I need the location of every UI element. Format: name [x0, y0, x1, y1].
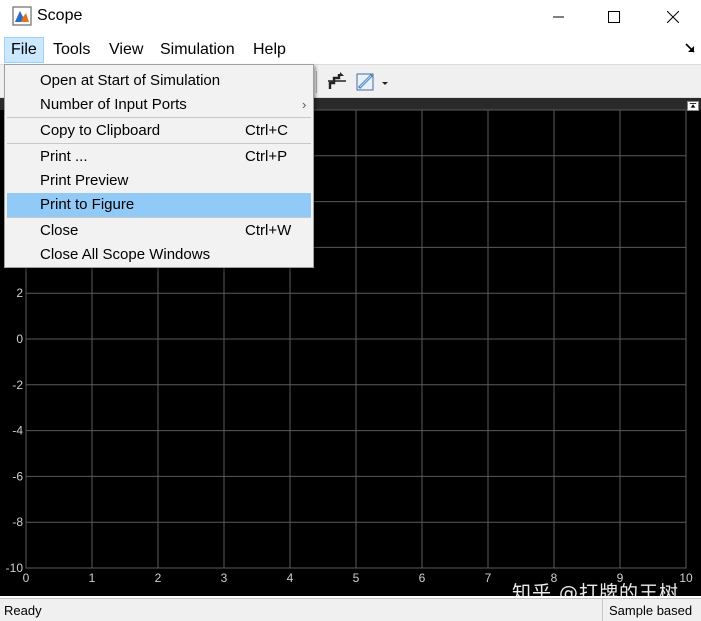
y-tick-label: -8 — [12, 515, 23, 529]
close-icon — [667, 11, 679, 23]
maximize-icon — [608, 11, 620, 23]
status-ready: Ready — [4, 603, 42, 618]
menu-item-label: Close — [40, 222, 79, 239]
menu-item-print[interactable]: Print ... Ctrl+P — [7, 145, 311, 169]
x-tick-label: 2 — [155, 571, 162, 585]
scale-axes-icon[interactable] — [326, 71, 348, 93]
title-bar: Scope — [0, 0, 701, 34]
y-tick-label: 2 — [16, 286, 23, 300]
menu-item-label: Open at Start of Simulation — [40, 72, 221, 89]
style-edit-icon[interactable] — [355, 71, 377, 93]
menu-separator — [7, 117, 311, 118]
menu-view[interactable]: View — [103, 37, 149, 63]
maximize-button[interactable] — [587, 0, 641, 34]
window-title: Scope — [37, 7, 83, 24]
submenu-arrow-icon: › — [302, 97, 307, 112]
x-tick-label: 7 — [485, 571, 492, 585]
x-tick-label: 0 — [23, 571, 30, 585]
menu-item-label: Number of Input Ports — [40, 96, 187, 113]
x-tick-label: 6 — [419, 571, 426, 585]
menu-item-label: Print to Figure — [40, 196, 135, 213]
menu-item-shortcut: Ctrl+P — [245, 148, 288, 165]
x-tick-label: 10 — [679, 571, 693, 585]
menu-item-open-at-start[interactable]: Open at Start of Simulation — [7, 69, 311, 93]
menu-item-label: Print ... — [40, 148, 88, 165]
y-tick-label: 0 — [16, 332, 23, 346]
menu-separator — [7, 217, 311, 218]
menu-file[interactable]: File — [4, 37, 44, 63]
minimize-button[interactable] — [532, 0, 586, 34]
menu-simulation[interactable]: Simulation — [154, 37, 241, 63]
minimize-icon — [553, 16, 564, 18]
menu-item-label: Copy to Clipboard — [40, 122, 161, 139]
menu-item-label: Close All Scope Windows — [40, 246, 211, 263]
undock-icon[interactable] — [684, 42, 696, 54]
menu-item-copy-to-clipboard[interactable]: Copy to Clipboard Ctrl+C — [7, 119, 311, 143]
menu-item-number-of-input-ports[interactable]: Number of Input Ports › — [7, 93, 311, 117]
y-tick-label: -6 — [12, 469, 23, 483]
menu-item-close-all-scope-windows[interactable]: Close All Scope Windows — [7, 243, 311, 267]
file-menu-dropdown: Open at Start of Simulation Number of In… — [4, 64, 314, 268]
x-tick-label: 3 — [221, 571, 228, 585]
y-tick-label: -2 — [12, 378, 23, 392]
menu-item-label: Print Preview — [40, 172, 129, 189]
menu-item-print-preview[interactable]: Print Preview — [7, 169, 311, 193]
menu-tools[interactable]: Tools — [47, 37, 96, 63]
dropdown-arrow-icon[interactable] — [380, 71, 390, 93]
x-tick-label: 5 — [353, 571, 360, 585]
menu-item-shortcut: Ctrl+C — [245, 122, 288, 139]
y-tick-label: -4 — [12, 424, 23, 438]
menu-separator — [7, 143, 311, 144]
x-tick-label: 1 — [89, 571, 96, 585]
menu-item-shortcut: Ctrl+W — [245, 222, 292, 239]
status-sample-mode: Sample based — [602, 599, 701, 621]
menu-item-print-to-figure[interactable]: Print to Figure — [7, 193, 311, 217]
menu-help[interactable]: Help — [247, 37, 292, 63]
menu-item-close[interactable]: Close Ctrl+W — [7, 219, 311, 243]
x-tick-label: 4 — [287, 571, 294, 585]
status-bar: Ready Sample based — [0, 598, 701, 621]
close-button[interactable] — [646, 0, 700, 34]
simulink-scope-app-icon — [12, 6, 32, 26]
toolbar-separator — [316, 71, 317, 93]
menu-bar: File Tools View Simulation Help — [0, 34, 701, 64]
y-tick-label: -10 — [6, 561, 24, 575]
